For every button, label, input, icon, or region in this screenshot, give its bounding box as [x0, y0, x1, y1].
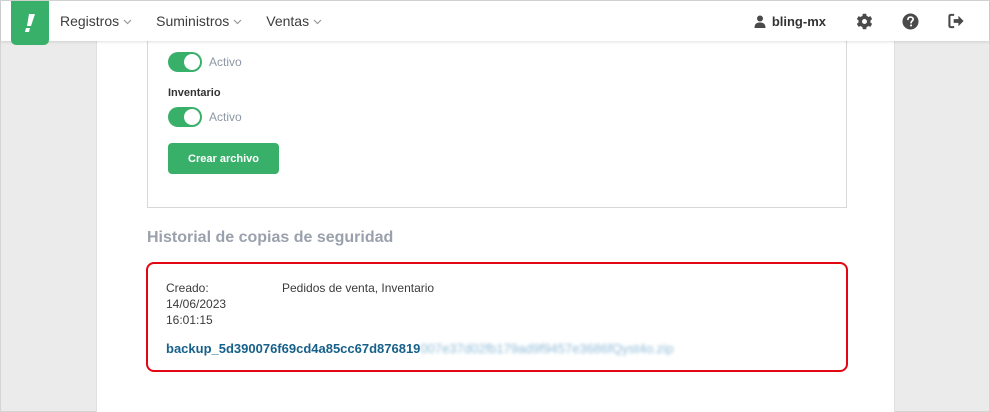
nav-item-suministros[interactable]: Suministros [156, 13, 242, 29]
toggle-label: Activo [209, 55, 242, 69]
user-menu[interactable]: bling-mx [754, 14, 826, 29]
header-tools: bling-mx [754, 1, 989, 41]
create-file-button[interactable]: Crear archivo [168, 143, 279, 174]
toggle-row-sales: Activo [168, 52, 242, 72]
logout-button[interactable] [947, 12, 965, 30]
backup-form-box: Activo Inventario Activo Crear archivo [147, 39, 847, 208]
created-info: Creado: 14/06/2023 16:01:15 [166, 280, 226, 328]
chevron-down-icon [313, 19, 322, 25]
sales-active-toggle[interactable] [168, 52, 202, 72]
help-button[interactable] [901, 12, 919, 30]
app-logo[interactable] [11, 1, 49, 45]
created-label: Creado: [166, 281, 209, 295]
nav-item-ventas[interactable]: Ventas [266, 13, 322, 29]
toggle-row-inventory: Activo [168, 107, 242, 127]
backup-modules: Pedidos de venta, Inventario [282, 281, 435, 295]
inventory-label: Inventario [168, 87, 221, 99]
settings-button[interactable] [855, 12, 873, 30]
nav-item-label: Suministros [156, 13, 230, 29]
exclamation-logo-icon [25, 14, 35, 32]
inventory-active-toggle[interactable] [168, 107, 202, 127]
nav-item-label: Registros [60, 13, 120, 29]
nav-item-registros[interactable]: Registros [60, 13, 132, 29]
file-name-blurred: 007e37d02fb179ad9f9457e3686fQyst4o.zip [420, 341, 674, 356]
backup-file-link[interactable]: backup_5d390076f69cd4a85cc67d876819007e3… [166, 341, 673, 356]
nav-item-label: Ventas [266, 13, 310, 29]
question-circle-icon [901, 12, 919, 30]
created-time: 16:01:15 [166, 313, 213, 327]
gear-icon [856, 13, 872, 29]
logout-icon [947, 13, 964, 29]
user-icon [754, 15, 766, 28]
user-name: bling-mx [771, 13, 826, 29]
main-nav: Registros Suministros Ventas [60, 1, 346, 41]
file-name-visible: backup_5d390076f69cd4a85cc67d876819 [166, 341, 421, 356]
created-date: 14/06/2023 [166, 297, 227, 311]
top-navigation-bar: Registros Suministros Ventas bling-mx [1, 1, 989, 45]
toggle-label: Activo [209, 110, 242, 124]
backup-history-item: Creado: 14/06/2023 16:01:15 Pedidos de v… [146, 262, 848, 372]
content-panel: Activo Inventario Activo Crear archivo H… [96, 39, 895, 412]
chevron-down-icon [123, 19, 132, 25]
backup-history-title: Historial de copias de seguridad [147, 229, 394, 246]
chevron-down-icon [233, 19, 242, 25]
